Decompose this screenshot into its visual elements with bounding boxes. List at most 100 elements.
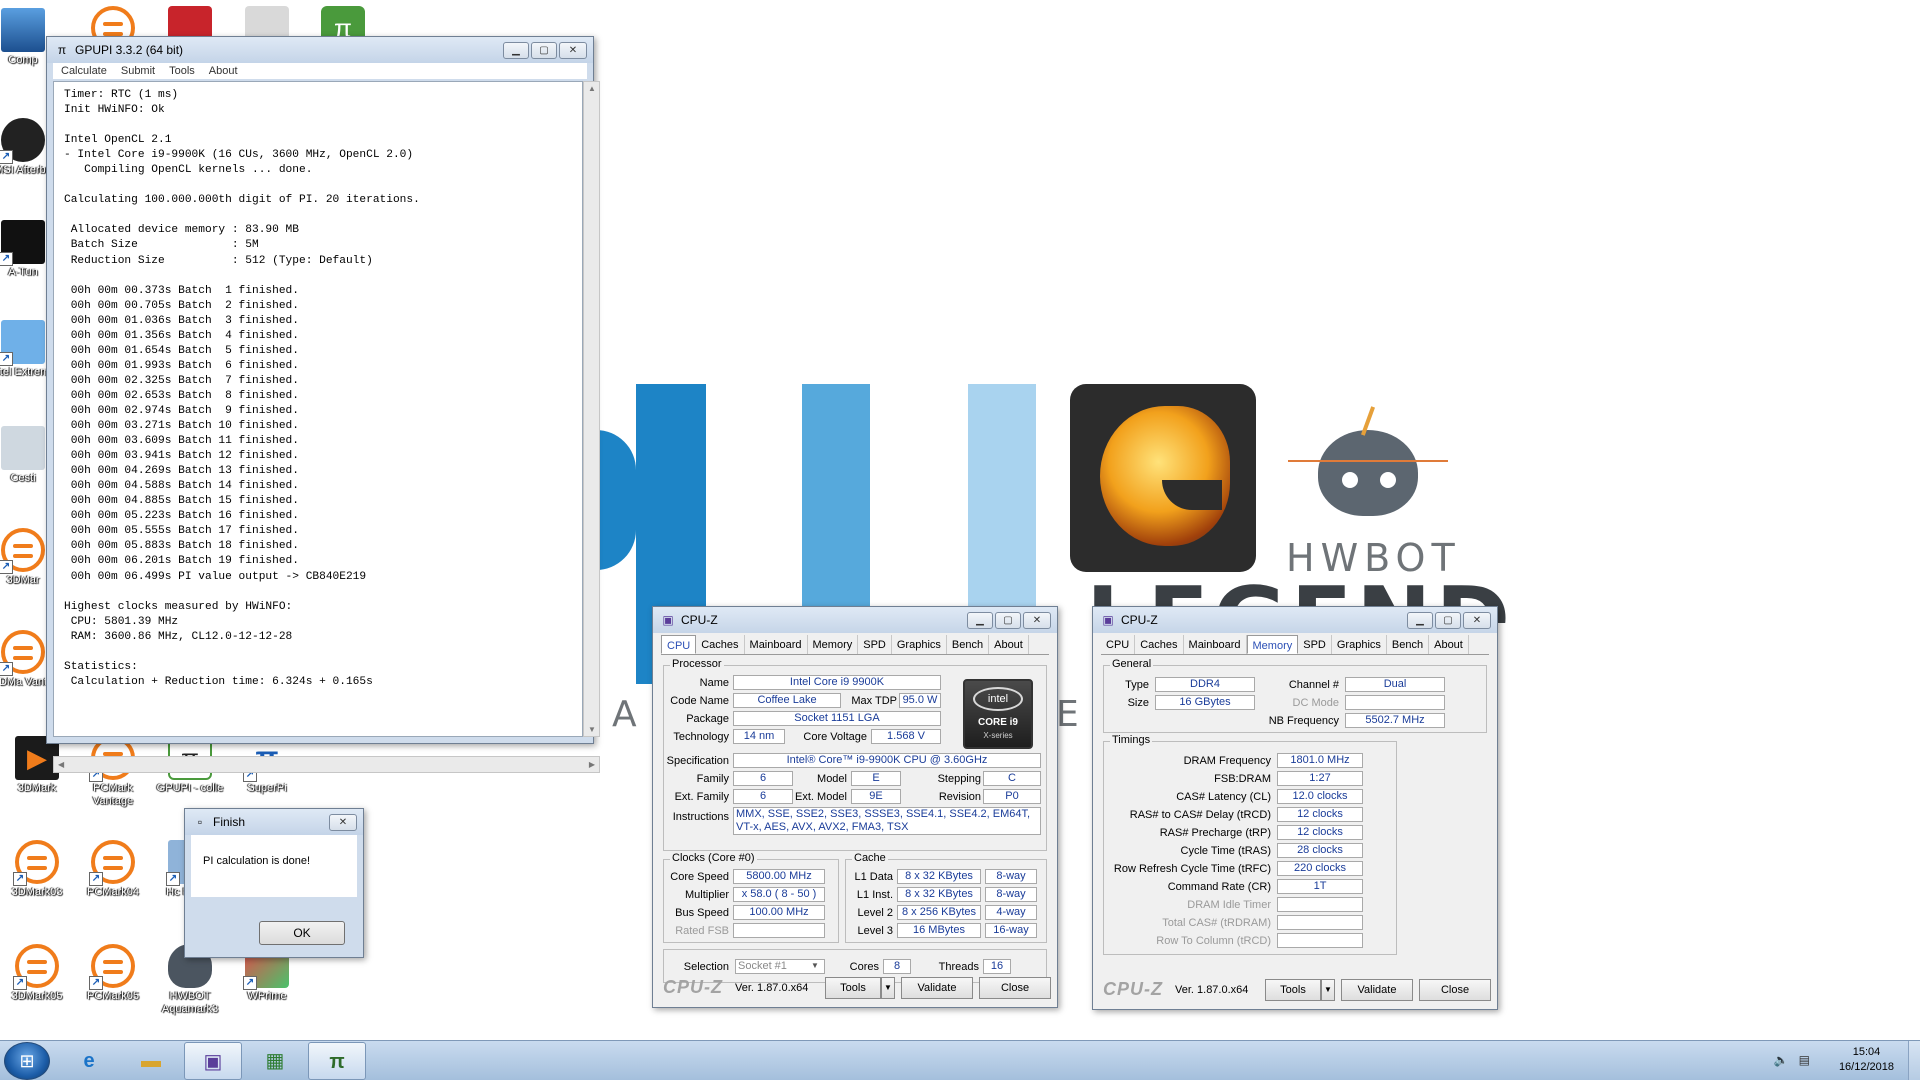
cpuz-titlebar[interactable]: ▣ CPU-Z ▁ ▢ ✕ [1093, 607, 1497, 633]
gpupi-window[interactable]: π GPUPI 3.3.2 (64 bit) ▁ ▢ ✕ Calculate S… [46, 36, 600, 773]
cpuz-app-icon: ▣ [1102, 613, 1114, 627]
desktop-icon-pcmark04[interactable]: ↗ PCMark04 [76, 840, 150, 899]
channel-value: Dual [1345, 677, 1445, 692]
tab-memory[interactable]: Memory [1246, 635, 1299, 654]
tools-button[interactable]: Tools [825, 977, 881, 999]
menu-about[interactable]: About [209, 63, 238, 79]
tab-bench[interactable]: Bench [947, 635, 990, 654]
tab-about[interactable]: About [1429, 635, 1469, 654]
taskbar-explorer[interactable]: ▬ [122, 1042, 180, 1080]
ok-button[interactable]: OK [259, 921, 345, 945]
menu-tools[interactable]: Tools [169, 63, 195, 79]
close-button[interactable]: ✕ [329, 814, 357, 831]
validate-button[interactable]: Validate [1341, 979, 1413, 1001]
tab-mainboard[interactable]: Mainboard [745, 635, 808, 654]
gpupi-titlebar[interactable]: π GPUPI 3.3.2 (64 bit) ▁ ▢ ✕ [47, 37, 593, 63]
gpuz-icon: ▦ [265, 1050, 285, 1072]
extmodel-label: Ext. Model [795, 791, 847, 803]
desktop-icon-pcmark05[interactable]: ↗ PCMark05 [76, 944, 150, 1003]
timing-value: 1801.0 MHz [1277, 753, 1363, 768]
gpupi-horizontal-scrollbar[interactable]: ◀ ▶ [53, 756, 600, 773]
futuremark-icon: ↗ [13, 944, 59, 990]
tray-clock[interactable]: 15:04 16/12/2018 [1839, 1045, 1894, 1075]
timing-label: DRAM Frequency [1183, 755, 1271, 767]
cpuz-titlebar[interactable]: ▣ CPU-Z ▁ ▢ ✕ [653, 607, 1057, 633]
tab-caches[interactable]: Caches [696, 635, 745, 654]
tab-bench[interactable]: Bench [1387, 635, 1430, 654]
corevoltage-value: 1.568 V [871, 729, 941, 744]
tools-button[interactable]: Tools [1265, 979, 1321, 1001]
tab-caches[interactable]: Caches [1135, 635, 1184, 654]
menu-submit[interactable]: Submit [121, 63, 155, 79]
finish-titlebar[interactable]: ▫ Finish ✕ [185, 809, 363, 835]
scroll-right-icon[interactable]: ▶ [589, 760, 595, 769]
futuremark-icon: ↗ [89, 840, 135, 886]
tab-cpu[interactable]: CPU [661, 635, 697, 654]
gpupi-log-text: Timer: RTC (1 ms) Init HWiNFO: Ok Intel … [64, 89, 420, 688]
taskbar-ie[interactable]: e [60, 1042, 118, 1080]
taskbar-gpupi[interactable]: π [308, 1042, 366, 1080]
taskbar-gpuz[interactable]: ▦ [246, 1042, 304, 1080]
extmodel-value: 9E [851, 789, 901, 804]
show-desktop-button[interactable] [1908, 1041, 1920, 1080]
maximize-button[interactable]: ▢ [531, 42, 557, 59]
l3-label: Level 3 [857, 925, 893, 937]
gpupi-title: GPUPI 3.3.2 (64 bit) [75, 43, 184, 57]
timing-value: 12 clocks [1277, 807, 1363, 822]
cpuz-cpu-window[interactable]: ▣ CPU-Z ▁ ▢ ✕ CPU Caches Mainboard Memor… [652, 606, 1058, 1008]
dcmode-label: DC Mode [1292, 697, 1339, 709]
tools-dropdown-button[interactable]: ▼ [881, 977, 895, 999]
close-button[interactable]: ✕ [559, 42, 587, 59]
close-button[interactable]: ✕ [1023, 612, 1051, 629]
maximize-button[interactable]: ▢ [995, 612, 1021, 629]
scroll-down-icon[interactable]: ▼ [588, 725, 596, 734]
scroll-left-icon[interactable]: ◀ [58, 760, 64, 769]
tab-spd[interactable]: SPD [858, 635, 892, 654]
maximize-button[interactable]: ▢ [1435, 612, 1461, 629]
folder-icon: ▬ [141, 1050, 161, 1072]
tab-cpu[interactable]: CPU [1101, 635, 1136, 654]
network-icon[interactable]: ▤ [1799, 1053, 1810, 1067]
codename-value: Coffee Lake [733, 693, 841, 708]
close-window-button[interactable]: Close [979, 977, 1051, 999]
cpuz-memory-window[interactable]: ▣ CPU-Z ▁ ▢ ✕ CPU Caches Mainboard Memor… [1092, 606, 1498, 1010]
minimize-button[interactable]: ▁ [967, 612, 993, 629]
desktop-icon-3dmark03[interactable]: ↗ 3DMark03 [0, 840, 74, 899]
taskbar-cpuz[interactable]: ▣ [184, 1042, 242, 1080]
tools-dropdown-button[interactable]: ▼ [1321, 979, 1335, 1001]
gpupi-log-output[interactable]: Timer: RTC (1 ms) Init HWiNFO: Ok Intel … [53, 81, 583, 737]
minimize-button[interactable]: ▁ [503, 42, 529, 59]
close-window-button[interactable]: Close [1419, 979, 1491, 1001]
scroll-up-icon[interactable]: ▲ [588, 84, 596, 93]
ratedfsb-label: Rated FSB [675, 925, 729, 937]
tab-memory[interactable]: Memory [808, 635, 859, 654]
l3-way: 16-way [985, 923, 1037, 938]
tab-mainboard[interactable]: Mainboard [1184, 635, 1247, 654]
cpuz-brand: CPU-Z [1103, 979, 1163, 999]
family-value: 6 [733, 771, 793, 786]
nbfreq-label: NB Frequency [1268, 715, 1339, 727]
codename-label: Code Name [670, 695, 729, 707]
tab-spd[interactable]: SPD [1298, 635, 1332, 654]
volume-icon[interactable]: 🔈 [1774, 1053, 1789, 1067]
minimize-button[interactable]: ▁ [1407, 612, 1433, 629]
tab-graphics[interactable]: Graphics [1332, 635, 1387, 654]
timing-value [1277, 915, 1363, 930]
start-button[interactable]: ⊞ [4, 1042, 50, 1080]
l1inst-label: L1 Inst. [856, 889, 893, 901]
menu-calculate[interactable]: Calculate [61, 63, 107, 79]
tab-about[interactable]: About [989, 635, 1029, 654]
close-button[interactable]: ✕ [1463, 612, 1491, 629]
dino-logo [1070, 384, 1256, 572]
busspeed-value: 100.00 MHz [733, 905, 825, 920]
cpuz-brand: CPU-Z [663, 977, 723, 997]
timing-label: RAS# to CAS# Delay (tRCD) [1129, 809, 1271, 821]
finish-dialog[interactable]: ▫ Finish ✕ PI calculation is done! OK [184, 808, 364, 958]
desktop-icon-3dmark05[interactable]: ↗ 3DMark05 [0, 944, 74, 1003]
technology-label: Technology [673, 731, 729, 743]
gpupi-vertical-scrollbar[interactable]: ▲ ▼ [583, 81, 600, 737]
model-label: Model [817, 773, 847, 785]
validate-button[interactable]: Validate [901, 977, 973, 999]
tab-graphics[interactable]: Graphics [892, 635, 947, 654]
revision-label: Revision [938, 791, 981, 803]
